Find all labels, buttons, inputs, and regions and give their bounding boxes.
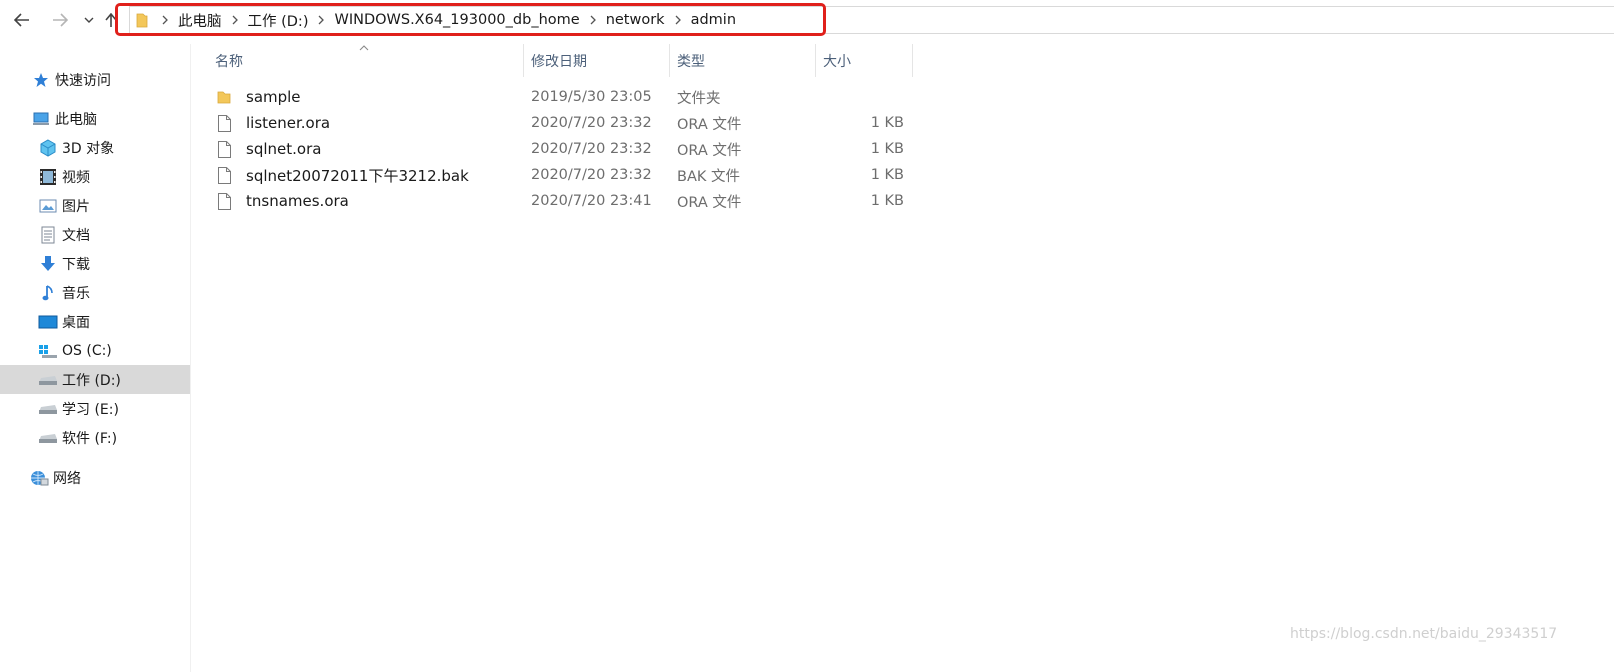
column-header-type[interactable]: 类型 <box>670 44 816 77</box>
back-button[interactable] <box>10 6 34 34</box>
desktop-icon <box>38 312 58 332</box>
windows-drive-icon <box>38 341 58 361</box>
file-type: 文件夹 <box>677 90 721 107</box>
sidebar-item-downloads[interactable]: 下载 <box>0 249 190 278</box>
file-name: tnsnames.ora <box>246 192 349 210</box>
file-icon <box>216 113 232 133</box>
file-row-sqlnet-bak[interactable]: sqlnet20072011下午3212.bak 2020/7/20 23:32… <box>211 162 911 188</box>
file-date: 2020/7/20 23:32 <box>531 115 652 131</box>
pictures-icon <box>38 196 58 216</box>
file-type: ORA 文件 <box>677 116 742 133</box>
file-date: 2020/7/20 23:41 <box>531 193 652 209</box>
file-icon <box>216 165 232 185</box>
file-date: 2019/5/30 23:05 <box>531 89 652 105</box>
computer-icon <box>31 109 51 129</box>
column-header-size[interactable]: 大小 <box>816 44 913 77</box>
sidebar-item-drive-c[interactable]: OS (C:) <box>0 336 190 365</box>
file-size: 1 KB <box>870 193 904 209</box>
sidebar-item-videos[interactable]: 视频 <box>0 162 190 191</box>
forward-button[interactable] <box>48 6 72 34</box>
file-name: sample <box>246 88 301 106</box>
documents-icon <box>38 225 58 245</box>
file-row-sample[interactable]: sample 2019/5/30 23:05 文件夹 <box>211 84 911 110</box>
file-size: 1 KB <box>870 115 904 131</box>
drive-icon <box>38 399 58 419</box>
file-date: 2020/7/20 23:32 <box>531 141 652 157</box>
file-icon <box>216 139 232 159</box>
file-type: ORA 文件 <box>677 194 742 211</box>
column-header-name[interactable]: 名称 <box>208 44 524 77</box>
sidebar-item-drive-f[interactable]: 软件 (F:) <box>0 423 190 452</box>
sidebar-item-network[interactable]: 网络 <box>0 463 190 492</box>
video-icon <box>38 167 58 187</box>
navigation-bar: 此电脑 工作 (D:) WINDOWS.X64_193000_db_home n… <box>0 0 1614 40</box>
file-size: 1 KB <box>870 141 904 157</box>
recent-locations-button[interactable] <box>78 6 100 34</box>
back-arrow-icon <box>14 13 29 27</box>
sidebar-item-drive-d[interactable]: 工作 (D:) <box>0 365 190 394</box>
file-icon <box>216 191 232 211</box>
file-name: sqlnet.ora <box>246 140 322 158</box>
star-icon <box>31 70 51 90</box>
downloads-icon <box>38 254 58 274</box>
sidebar-item-drive-e[interactable]: 学习 (E:) <box>0 394 190 423</box>
watermark: https://blog.csdn.net/baidu_29343517 <box>1290 626 1558 642</box>
sidebar-item-this-pc[interactable]: 此电脑 <box>0 104 190 133</box>
sidebar-item-music[interactable]: 音乐 <box>0 278 190 307</box>
file-date: 2020/7/20 23:32 <box>531 167 652 183</box>
file-name: sqlnet20072011下午3212.bak <box>246 166 469 185</box>
file-row-listener-ora[interactable]: listener.ora 2020/7/20 23:32 ORA 文件 1 KB <box>211 110 911 136</box>
folder-icon <box>216 87 232 107</box>
file-name: listener.ora <box>246 114 331 132</box>
forward-arrow-icon <box>53 13 68 27</box>
sidebar-item-desktop[interactable]: 桌面 <box>0 307 190 336</box>
3d-objects-icon <box>38 138 58 158</box>
file-row-sqlnet-ora[interactable]: sqlnet.ora 2020/7/20 23:32 ORA 文件 1 KB <box>211 136 911 162</box>
drive-icon <box>38 428 58 448</box>
file-size: 1 KB <box>870 167 904 183</box>
sidebar-item-3d-objects[interactable]: 3D 对象 <box>0 133 190 162</box>
file-row-tnsnames-ora[interactable]: tnsnames.ora 2020/7/20 23:41 ORA 文件 1 KB <box>211 188 911 214</box>
file-type: ORA 文件 <box>677 142 742 159</box>
column-header-date-modified[interactable]: 修改日期 <box>524 44 670 77</box>
navigation-pane: 快速访问 此电脑 3D 对象 视频 图片 文档 下载 音乐 桌面 OS (C:)… <box>0 44 191 672</box>
network-icon <box>29 468 49 488</box>
sidebar-item-pictures[interactable]: 图片 <box>0 191 190 220</box>
file-type: BAK 文件 <box>677 168 740 185</box>
sidebar-item-documents[interactable]: 文档 <box>0 220 190 249</box>
annotation-highlight-box <box>115 3 826 36</box>
chevron-down-icon <box>84 17 94 23</box>
drive-icon <box>38 370 58 390</box>
file-list: 名称 修改日期 类型 大小 sample 2019/5/30 23:05 文件夹… <box>191 44 1614 672</box>
sidebar-item-quick-access[interactable]: 快速访问 <box>0 65 190 94</box>
music-icon <box>38 283 58 303</box>
file-size <box>823 84 904 110</box>
